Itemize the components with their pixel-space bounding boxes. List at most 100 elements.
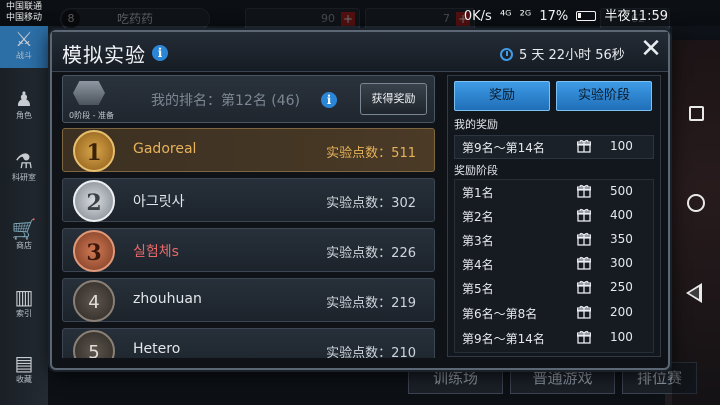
- stage-reward-row: 第4名 300: [454, 253, 654, 275]
- ranking-row[interactable]: 3 실험체s 实验点数：226: [62, 228, 435, 272]
- info-icon[interactable]: i: [321, 92, 337, 108]
- stage-reward-row: 第5名 250: [454, 277, 654, 299]
- stage-reward-row: 第3名 350: [454, 229, 654, 251]
- status-bar: 中国联通 中国移动 0K/s ⁴ᴳ ²ᴳ 17% 半夜11:59: [0, 0, 720, 26]
- experiment-points: 实验点数：210: [326, 346, 416, 358]
- simulation-experiment-dialog: 模拟实验 i 5 天 22小时 56秒 ✕ 0阶段 - 准备 我的排名：第12名…: [50, 30, 670, 370]
- stage-reward-row: 第9名～第14名 100: [454, 327, 654, 349]
- claim-reward-button[interactable]: 获得奖励: [360, 83, 427, 115]
- experiment-points: 实验点数：511: [326, 146, 416, 161]
- sidebar-item-label: 战斗: [16, 51, 32, 60]
- status-right: 0K/s ⁴ᴳ ²ᴳ 17% 半夜11:59: [460, 5, 668, 24]
- swords-icon: ⚔: [15, 27, 33, 51]
- reward-rank-label: 第2名: [462, 210, 494, 224]
- reward-rank-label: 第9名～第14名: [462, 332, 545, 346]
- sidebar-item-index[interactable]: ▥ 索引: [0, 286, 48, 319]
- reward-rank-label: 第4名: [462, 258, 494, 272]
- stage-reward-label: 奖励阶段: [454, 164, 498, 177]
- reward-value: 250: [610, 280, 633, 294]
- reward-rank-label: 第5名: [462, 282, 494, 296]
- my-reward-row: 第9名～第14名 100: [454, 136, 654, 158]
- player-name: 실험체s: [133, 244, 179, 260]
- reward-value: 100: [610, 139, 633, 153]
- dialog-title: 模拟实验: [62, 43, 146, 67]
- recents-icon[interactable]: [689, 106, 704, 121]
- gift-icon: [577, 280, 591, 294]
- ranking-row[interactable]: 1 Gadoreal 实验点数：511: [62, 128, 435, 172]
- close-button[interactable]: ✕: [638, 36, 664, 62]
- signal-4g: ⁴ᴳ: [499, 9, 512, 24]
- gift-icon: [577, 208, 591, 222]
- clock-icon: [500, 48, 513, 61]
- experiment-points: 实验点数：219: [326, 296, 416, 311]
- sidebar-item-label: 商店: [16, 241, 32, 250]
- tab-experiment-stage[interactable]: 实验阶段: [556, 81, 652, 111]
- experiment-points: 实验点数：302: [326, 196, 416, 211]
- player-name: 아그릿사: [133, 194, 185, 210]
- sidebar-item-lab[interactable]: ⚗ 科研室: [0, 150, 48, 183]
- gift-icon: [577, 330, 591, 344]
- timer-text: 5 天 22小时 56秒: [519, 48, 625, 63]
- ranking-row[interactable]: 5 Hetero 实验点数：210: [62, 328, 435, 358]
- carrier-info: 中国联通 中国移动: [6, 2, 42, 24]
- clock-time: 半夜11:59: [604, 9, 668, 24]
- tab-reward[interactable]: 奖励: [454, 81, 550, 111]
- reward-value: 300: [610, 256, 633, 270]
- reward-rank-label: 第1名: [462, 186, 494, 200]
- sidebar-item-label: 索引: [16, 309, 32, 318]
- gift-icon: [577, 305, 591, 319]
- bronze-medal-icon: 3: [73, 230, 115, 272]
- rank-medal-icon: 4: [73, 280, 115, 322]
- reward-rank-label: 第9名～第14名: [462, 141, 545, 155]
- network-speed: 0K/s: [463, 9, 492, 24]
- home-icon[interactable]: [687, 194, 705, 212]
- carrier-1: 中国联通: [6, 2, 43, 12]
- android-nav-bar: [672, 26, 720, 405]
- reward-value: 350: [610, 232, 633, 246]
- sidebar-item-shop[interactable]: 🛒 商店: [0, 218, 48, 251]
- books-icon: ▥: [14, 285, 34, 309]
- ranking-row[interactable]: 4 zhouhuan 实验点数：219: [62, 278, 435, 322]
- character-icon: ♟: [15, 87, 33, 111]
- gift-icon: [577, 139, 591, 153]
- ranking-row[interactable]: 2 아그릿사 实验点数：302: [62, 178, 435, 222]
- sidebar-item-label: 收藏: [16, 375, 32, 384]
- book-icon: ▤: [14, 351, 34, 375]
- back-icon[interactable]: [686, 283, 702, 303]
- gift-icon: [577, 232, 591, 246]
- stage-reward-row: 第1名 500: [454, 181, 654, 203]
- ranking-list[interactable]: 1 Gadoreal 实验点数：511 2 아그릿사 实验点数：302 3 실험…: [62, 128, 435, 358]
- info-icon[interactable]: i: [152, 45, 168, 61]
- player-name: Hetero: [133, 341, 181, 357]
- reward-rank-label: 第3名: [462, 234, 494, 248]
- signal-2g: ²ᴳ: [519, 9, 532, 24]
- reward-value: 500: [610, 184, 633, 198]
- sidebar-item-collection[interactable]: ▤ 收藏: [0, 352, 48, 385]
- my-rank-text: 我的排名：第12名 (46): [151, 93, 301, 109]
- stage-reward-row: 第6名～第8名 200: [454, 302, 654, 324]
- player-name: Gadoreal: [133, 141, 197, 157]
- rank-medal-icon: 5: [73, 330, 115, 358]
- stage-reward-row: 第2名 400: [454, 205, 654, 227]
- reward-panel: 奖励 实验阶段 我的奖励 第9名～第14名 100 奖励阶段 第1名 500 第…: [447, 75, 661, 357]
- sidebar-item-label: 角色: [16, 111, 32, 120]
- reward-value: 400: [610, 208, 633, 222]
- flask-icon: ⚗: [15, 149, 33, 173]
- sidebar-item-battle[interactable]: ⚔ 战斗: [0, 26, 48, 68]
- gold-medal-icon: 1: [73, 130, 115, 172]
- rank-badge-icon: [73, 81, 105, 105]
- gift-icon: [577, 256, 591, 270]
- silver-medal-icon: 2: [73, 180, 115, 222]
- reward-rank-label: 第6名～第8名: [462, 307, 538, 321]
- rank-stage: 0阶段 - 准备: [69, 111, 115, 120]
- my-rank-bar: 0阶段 - 准备 我的排名：第12名 (46) i 获得奖励: [62, 75, 435, 123]
- battery-icon: [576, 11, 597, 21]
- left-sidebar: ⚔ 战斗 ♟ 角色 ⚗ 科研室 🛒 商店 ▥ 索引 ▤ 收藏: [0, 26, 48, 405]
- gift-icon: [577, 184, 591, 198]
- sidebar-item-character[interactable]: ♟ 角色: [0, 88, 48, 121]
- sidebar-item-label: 科研室: [12, 173, 36, 182]
- reward-value: 100: [610, 330, 633, 344]
- cart-icon: 🛒: [11, 217, 37, 241]
- experiment-points: 实验点数：226: [326, 246, 416, 261]
- dialog-header: 模拟实验 i 5 天 22小时 56秒 ✕: [52, 32, 668, 72]
